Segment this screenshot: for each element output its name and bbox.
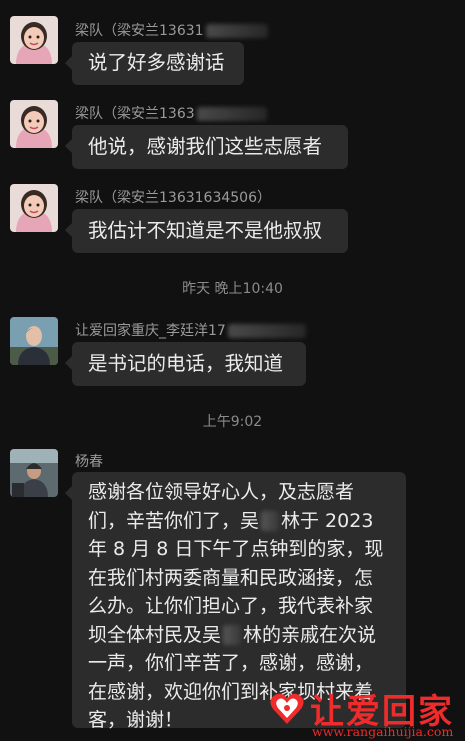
message-bubble[interactable]: 他说，感谢我们这些志愿者 bbox=[65, 125, 348, 169]
message-line: 们，辛苦你们了，吴 林于 2023 bbox=[88, 509, 374, 532]
message-text: 我估计不知道是不是他叔叔 bbox=[88, 219, 323, 242]
message-text: 他说，感谢我们这些志愿者 bbox=[88, 135, 323, 158]
message-line: 坝全体村民及吴 林的亲戚在次说 bbox=[88, 623, 377, 646]
sender-name: 让爱回家重庆_李廷洋17 bbox=[75, 320, 306, 340]
message-bubble[interactable]: 是书记的电话，我知道 bbox=[65, 342, 306, 386]
timestamp: 昨天 晚上10:40 bbox=[182, 281, 283, 297]
message-text: 说了好多感谢话 bbox=[88, 51, 225, 74]
avatar[interactable] bbox=[10, 16, 58, 64]
message-line: 在我们村两委商量和民政涵接，怎 bbox=[88, 566, 374, 589]
avatar[interactable] bbox=[10, 100, 58, 148]
message-line: 年 8 月 8 日下午了点钟到的家，现 bbox=[88, 538, 384, 560]
message-line: 感谢各位领导好心人，及志愿者 bbox=[88, 481, 355, 503]
message-bubble[interactable]: 我估计不知道是不是他叔叔 bbox=[65, 209, 348, 253]
avatar[interactable] bbox=[10, 317, 58, 365]
watermark-url: www.rangaihuijia.com bbox=[312, 724, 454, 739]
timestamp: 上午9:02 bbox=[202, 414, 263, 430]
message-bubble[interactable]: 说了好多感谢话 bbox=[65, 42, 244, 85]
sender-name: 杨春 bbox=[75, 454, 103, 470]
sender-name: 梁队（梁安兰13631634506） bbox=[75, 190, 271, 206]
watermark-logo bbox=[268, 690, 306, 728]
top-edge bbox=[0, 0, 465, 8]
message-line: 一声，你们辛苦了，感谢，感谢， bbox=[88, 652, 374, 674]
message-text: 是书记的电话，我知道 bbox=[88, 352, 284, 375]
avatar[interactable] bbox=[10, 184, 58, 232]
sender-name: 梁队（梁安兰1363 bbox=[75, 103, 267, 123]
message-line: 么办。让你们担心了，我代表补家 bbox=[88, 595, 374, 617]
sender-name: 梁队（梁安兰13631 bbox=[75, 20, 268, 40]
avatar[interactable] bbox=[10, 449, 58, 497]
